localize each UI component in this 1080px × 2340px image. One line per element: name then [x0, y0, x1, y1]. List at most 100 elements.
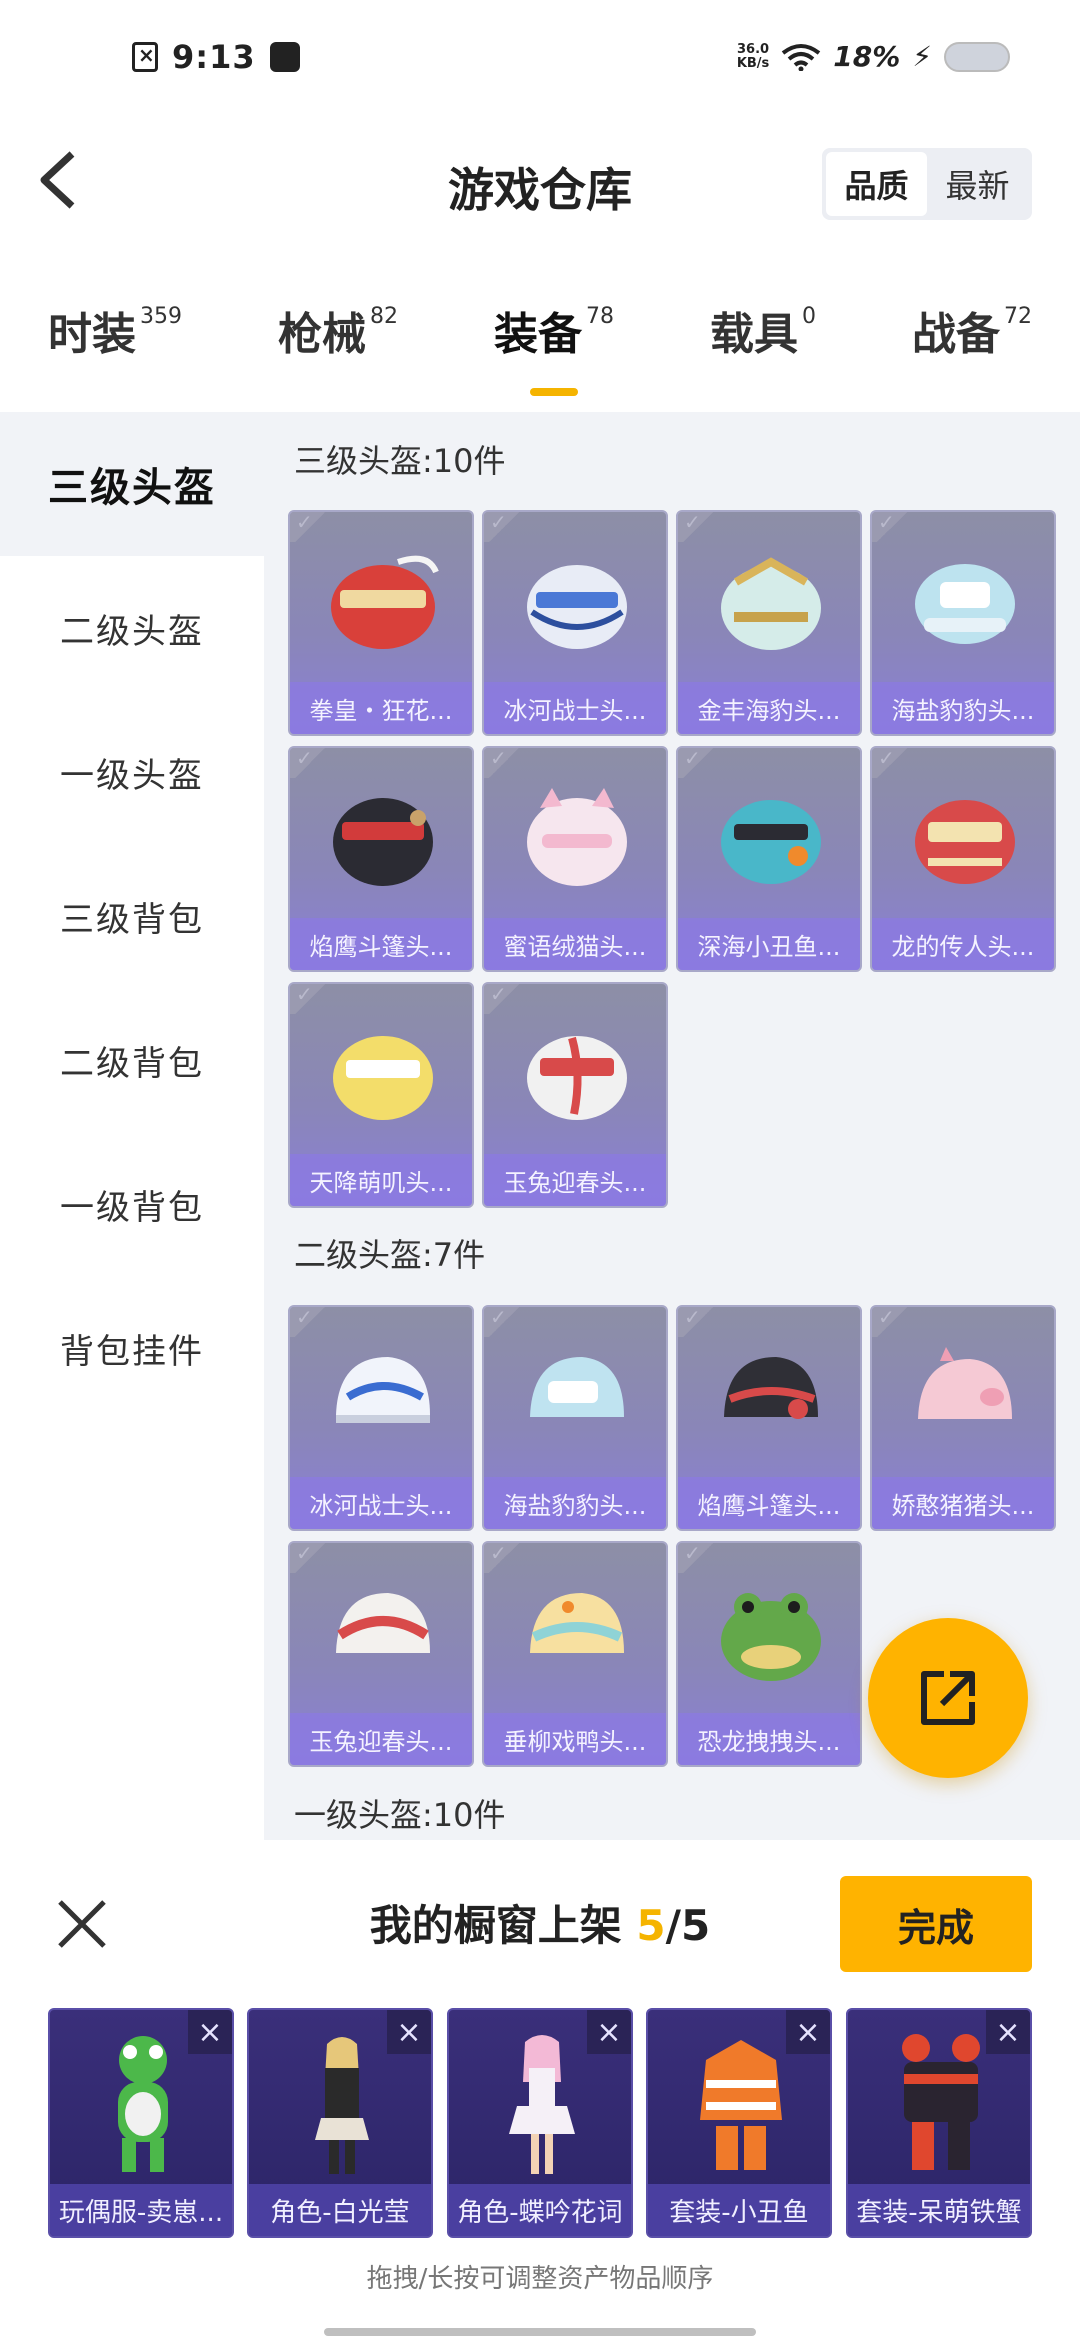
item-label: 海盐豹豹头...: [872, 682, 1054, 734]
sidebar: 三级头盔 二级头盔 一级头盔 三级背包 二级背包 一级背包 背包挂件: [0, 412, 264, 1840]
tab-label: 载具: [710, 309, 798, 360]
check-icon: [290, 984, 330, 1014]
tab-label: 战备: [912, 309, 1000, 360]
check-icon: [678, 1543, 718, 1573]
helmet-icon: [336, 1357, 430, 1423]
remove-item-button[interactable]: ×: [188, 2010, 232, 2054]
home-indicator[interactable]: [324, 2328, 756, 2336]
remove-item-button[interactable]: ×: [387, 2010, 431, 2054]
frog-costume-icon: [118, 2036, 168, 2172]
item-label: 龙的传人头...: [872, 918, 1054, 970]
remove-item-button[interactable]: ×: [986, 2010, 1030, 2054]
helmet-icon: [918, 1347, 1012, 1419]
done-button[interactable]: 完成: [840, 1876, 1032, 1972]
no-sim-icon: [132, 42, 158, 72]
helmet-icon: [721, 1593, 821, 1681]
sort-quality[interactable]: 品质: [826, 152, 927, 216]
check-icon: [484, 984, 524, 1014]
character-icon: [315, 2037, 369, 2174]
helmet-icon: [530, 1357, 624, 1417]
helmet-icon: [530, 1593, 624, 1653]
share-button[interactable]: [868, 1618, 1028, 1778]
section-title: 一级头盔:10件: [294, 1796, 506, 1834]
tab-supplies[interactable]: 战备 72: [912, 280, 1032, 410]
showcase-item-label: 玩偶服-卖崽...: [50, 2184, 232, 2236]
tab-guns[interactable]: 枪械 82: [278, 280, 398, 410]
item-card[interactable]: 海盐豹豹头...: [870, 510, 1056, 736]
item-label: 天降萌叽头...: [290, 1154, 472, 1206]
showcase-item[interactable]: × 套装-小丑鱼: [646, 2008, 832, 2238]
check-icon: [872, 1307, 912, 1337]
sidebar-item-level1-backpack[interactable]: 一级背包: [0, 1132, 264, 1276]
showcase-item[interactable]: × 套装-呆萌铁蟹: [846, 2008, 1032, 2238]
item-label: 深海小丑鱼...: [678, 918, 860, 970]
item-card[interactable]: 海盐豹豹头...: [482, 1305, 668, 1531]
sidebar-item-level3-helmet[interactable]: 三级头盔: [0, 412, 264, 556]
showcase-sheet: 我的橱窗上架 5/5 完成 × 玩偶服-卖崽... × 角色-白光莹 × 角色-…: [0, 1840, 1080, 2340]
helmet-icon: [333, 798, 433, 886]
check-icon: [678, 748, 718, 778]
network-speed-value: 36.0: [737, 41, 770, 57]
sidebar-item-level3-backpack[interactable]: 三级背包: [0, 844, 264, 988]
item-card[interactable]: 天降萌叽头...: [288, 982, 474, 1208]
message-notification-icon: [269, 42, 300, 72]
check-icon: [678, 512, 718, 542]
item-card[interactable]: 焰鹰斗篷头...: [676, 1305, 862, 1531]
tab-count: 359: [140, 304, 182, 329]
tab-fashion[interactable]: 时装 359: [48, 280, 182, 410]
item-label: 垂柳戏鸭头...: [484, 1713, 666, 1765]
helmet-icon: [527, 1036, 627, 1120]
item-card[interactable]: 深海小丑鱼...: [676, 746, 862, 972]
wifi-icon: [782, 43, 821, 71]
check-icon: [290, 748, 330, 778]
item-label: 焰鹰斗篷头...: [290, 918, 472, 970]
helmet-icon: [331, 555, 439, 649]
item-card[interactable]: 玉兔迎春头...: [288, 1541, 474, 1767]
check-icon: [290, 1307, 330, 1337]
item-label: 海盐豹豹头...: [484, 1477, 666, 1529]
tab-equipment[interactable]: 装备 78: [494, 280, 614, 410]
battery-icon: [944, 41, 1010, 72]
item-label: 冰河战士头...: [484, 682, 666, 734]
item-card[interactable]: 娇憨猪猪头...: [870, 1305, 1056, 1531]
check-icon: [872, 748, 912, 778]
item-label: 恐龙拽拽头...: [678, 1713, 860, 1765]
sidebar-item-level1-helmet[interactable]: 一级头盔: [0, 700, 264, 844]
item-card[interactable]: 冰河战士头...: [288, 1305, 474, 1531]
remove-item-button[interactable]: ×: [786, 2010, 830, 2054]
item-card[interactable]: 冰河战士头...: [482, 510, 668, 736]
item-card[interactable]: 金丰海豹头...: [676, 510, 862, 736]
header: 游戏仓库 品质 最新: [0, 120, 1080, 240]
item-label: 拳皇・狂花...: [290, 682, 472, 734]
item-card[interactable]: 蜜语绒猫头...: [482, 746, 668, 972]
tab-count: 78: [586, 304, 614, 329]
item-card[interactable]: 拳皇・狂花...: [288, 510, 474, 736]
sidebar-item-level2-backpack[interactable]: 二级背包: [0, 988, 264, 1132]
check-icon: [290, 512, 330, 542]
sidebar-item-level2-helmet[interactable]: 二级头盔: [0, 556, 264, 700]
item-card[interactable]: 焰鹰斗篷头...: [288, 746, 474, 972]
showcase-item-label: 套装-小丑鱼: [648, 2184, 830, 2236]
sidebar-item-backpack-charm[interactable]: 背包挂件: [0, 1276, 264, 1420]
helmet-icon: [915, 564, 1015, 644]
item-card[interactable]: 垂柳戏鸭头...: [482, 1541, 668, 1767]
helmet-icon: [721, 557, 821, 650]
helmet-icon: [336, 1593, 430, 1653]
helmet-icon: [724, 1357, 818, 1419]
item-label: 冰河战士头...: [290, 1477, 472, 1529]
tab-count: 72: [1004, 304, 1032, 329]
check-icon: [484, 1543, 524, 1573]
tab-vehicles[interactable]: 载具 0: [710, 280, 816, 410]
item-card[interactable]: 恐龙拽拽头...: [676, 1541, 862, 1767]
showcase-item[interactable]: × 玩偶服-卖崽...: [48, 2008, 234, 2238]
tab-active-indicator: [530, 388, 578, 396]
item-card[interactable]: 龙的传人头...: [870, 746, 1056, 972]
showcase-item[interactable]: × 角色-蝶吟花词: [447, 2008, 633, 2238]
showcase-item-label: 角色-白光莹: [249, 2184, 431, 2236]
sort-newest[interactable]: 最新: [927, 152, 1028, 216]
section-title: 二级头盔:7件: [294, 1236, 486, 1274]
showcase-item[interactable]: × 角色-白光莹: [247, 2008, 433, 2238]
showcase-total-count: /5: [665, 1901, 711, 1950]
remove-item-button[interactable]: ×: [587, 2010, 631, 2054]
item-card[interactable]: 玉兔迎春头...: [482, 982, 668, 1208]
